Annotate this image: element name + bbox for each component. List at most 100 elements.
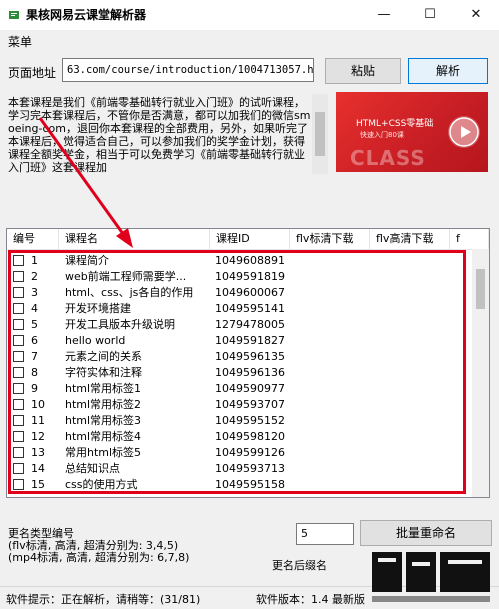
row-checkbox[interactable] [13,303,24,314]
row-course-id: 1049593713 [215,462,285,475]
row-course-name: html、css、js各自的作用 [65,286,194,299]
row-checkbox[interactable] [13,383,24,394]
row-number: 6 [31,334,38,347]
row-checkbox[interactable] [13,351,24,362]
menu-bar [0,30,499,50]
row-checkbox[interactable] [13,271,24,282]
row-course-id: 1049599126 [215,446,285,459]
column-header-id[interactable]: 课程ID [210,229,290,249]
description-scrollbar[interactable] [312,94,328,174]
table-row[interactable]: 2 web前端工程师需要学... 1049591819 [7,269,471,285]
close-button[interactable]: ✕ [453,0,499,30]
maximize-button[interactable]: ☐ [407,0,453,30]
table-row[interactable]: 12 html常用标签4 1049598120 [7,429,471,445]
row-course-id: 1049591827 [215,334,285,347]
table-row[interactable]: 7 元素之间的关系 1049596135 [7,349,471,365]
table-row[interactable]: 8 字符实体和注释 1049596136 [7,365,471,381]
row-checkbox[interactable] [13,399,24,410]
row-course-name: html常用标签2 [65,398,142,411]
paste-button[interactable]: 粘贴 [325,58,401,84]
row-course-id: 1049593707 [215,398,285,411]
row-number: 13 [31,446,45,459]
row-checkbox[interactable] [13,431,24,442]
row-number: 1 [31,254,38,267]
column-header-number[interactable]: 编号 [7,229,59,249]
row-checkbox[interactable] [13,255,24,266]
banner-word: CLASS [350,146,426,170]
row-course-id: 1049595158 [215,478,285,491]
table-row[interactable]: 6 hello world 1049591827 [7,333,471,349]
window-title: 果核网易云课堂解析器 [26,8,147,22]
row-course-name: web前端工程师需要学... [65,270,187,283]
row-number: 11 [31,414,45,427]
row-course-id: 1049595152 [215,414,285,427]
address-input[interactable]: 63.com/course/introduction/1004713057.ht… [62,58,314,82]
row-course-id: 1049600067 [215,286,285,299]
table-row[interactable]: 5 开发工具版本升级说明 1279478005 [7,317,471,333]
table-row[interactable]: 10 html常用标签2 1049593707 [7,397,471,413]
row-course-id: 1279478005 [215,318,285,331]
row-course-name: 课程简介 [65,254,109,267]
rename-number-input[interactable]: 5 [296,523,354,545]
row-checkbox[interactable] [13,287,24,298]
row-course-id: 1049590977 [215,382,285,395]
table-row[interactable]: 1 课程简介 1049608891 [7,253,471,269]
row-checkbox[interactable] [13,479,24,490]
table-row[interactable]: 4 开发环境搭建 1049595141 [7,301,471,317]
row-course-name: html常用标签3 [65,414,142,427]
row-checkbox[interactable] [13,335,24,346]
column-header-more[interactable]: f [450,229,489,249]
table-row[interactable]: 15 css的使用方式 1049595158 [7,477,471,493]
row-course-name: 字符实体和注释 [65,366,142,379]
table-row[interactable]: 11 html常用标签3 1049595152 [7,413,471,429]
row-checkbox[interactable] [13,415,24,426]
table-row[interactable]: 9 html常用标签1 1049590977 [7,381,471,397]
row-course-name: 开发环境搭建 [65,302,131,315]
row-number: 12 [31,430,45,443]
row-course-id: 1049596136 [215,366,285,379]
row-checkbox[interactable] [13,319,24,330]
table-header: 编号 课程名 课程ID flv标清下载 flv高清下载 f [7,229,489,250]
app-icon [9,11,19,19]
menu-item[interactable]: 菜单 [8,33,32,50]
row-course-id: 1049596135 [215,350,285,363]
version-label: 软件版本：1.4 最新版 [256,593,365,606]
course-banner: HTML+CSS零基础 快速入门80课 CLASS [336,92,488,172]
status-message: 软件提示：正在解析，请稍等：(31/81) [6,593,201,606]
row-number: 9 [31,382,38,395]
column-header-flv-sd[interactable]: flv标清下载 [290,229,370,249]
minimize-button[interactable]: — [361,0,407,30]
row-number: 5 [31,318,38,331]
suffix-label: 更名后缀名 [272,559,327,572]
row-number: 10 [31,398,45,411]
play-icon [448,116,480,148]
row-course-name: 总结知识点 [65,462,120,475]
row-course-id: 1049608891 [215,254,285,267]
course-description[interactable]: 本套课程是我们《前端零基础转行就业入门班》的试听课程，学习完本套课程后，不管你是… [6,94,328,174]
row-course-name: 开发工具版本升级说明 [65,318,175,331]
row-number: 7 [31,350,38,363]
course-table[interactable]: 编号 课程名 课程ID flv标清下载 flv高清下载 f 1 课程简介 10496… [6,228,490,498]
column-header-flv-hd[interactable]: flv高清下载 [370,229,450,249]
column-header-name[interactable]: 课程名 [59,229,210,249]
table-scrollbar[interactable] [472,249,489,497]
batch-rename-button[interactable]: 批量重命名 [360,520,492,546]
row-checkbox[interactable] [13,447,24,458]
row-number: 3 [31,286,38,299]
row-number: 15 [31,478,45,491]
row-course-name: 元素之间的关系 [65,350,142,363]
table-row[interactable]: 3 html、css、js各自的作用 1049600067 [7,285,471,301]
row-course-id: 1049595141 [215,302,285,315]
row-checkbox[interactable] [13,463,24,474]
parse-button[interactable]: 解析 [408,58,488,84]
row-course-name: html常用标签4 [65,430,142,443]
row-course-id: 1049591819 [215,270,285,283]
row-checkbox[interactable] [13,367,24,378]
row-number: 4 [31,302,38,315]
banner-title: HTML+CSS零基础 [356,119,434,129]
banner-subtitle: 快速入门80课 [360,131,404,139]
table-row[interactable]: 13 常用html标签5 1049599126 [7,445,471,461]
row-number: 2 [31,270,38,283]
table-row[interactable]: 14 总结知识点 1049593713 [7,461,471,477]
rename-type-note: 更名类型编号 (flv标清, 高清, 超清分别为: 3,4,5) (mp4标清,… [8,527,190,564]
